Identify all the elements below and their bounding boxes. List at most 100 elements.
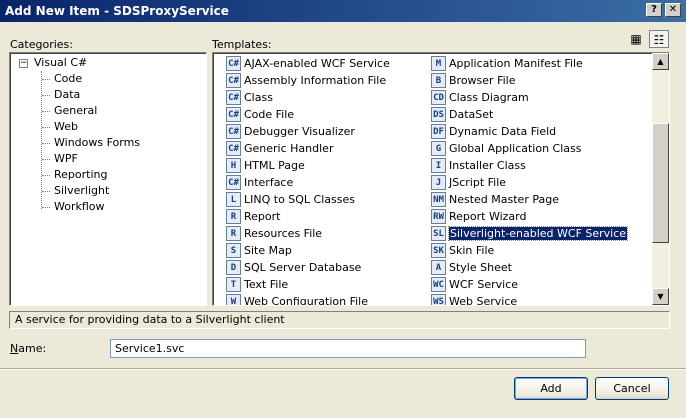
tree-connector bbox=[41, 71, 42, 209]
small-icons-view-icon[interactable]: ☷ bbox=[649, 30, 669, 48]
tree-item[interactable]: Code bbox=[54, 71, 82, 87]
collapse-icon[interactable]: − bbox=[19, 59, 28, 68]
template-item[interactable]: DS DataSet bbox=[431, 106, 493, 123]
templates-scrollbar[interactable]: ▲ ▼ bbox=[652, 53, 669, 305]
template-label: Application Manifest File bbox=[449, 57, 583, 70]
template-label: Interface bbox=[244, 176, 294, 189]
template-icon: H bbox=[226, 158, 241, 173]
tree-item[interactable]: Silverlight bbox=[54, 183, 109, 199]
tree-item[interactable]: Web bbox=[54, 119, 78, 135]
template-icon: R bbox=[226, 226, 241, 241]
template-item[interactable]: T Text File bbox=[226, 276, 288, 293]
template-item[interactable]: L LINQ to SQL Classes bbox=[226, 191, 355, 208]
template-item[interactable]: C# Generic Handler bbox=[226, 140, 333, 157]
template-item[interactable]: NM Nested Master Page bbox=[431, 191, 559, 208]
tree-connector bbox=[42, 79, 50, 80]
template-label: Code File bbox=[244, 108, 295, 121]
add-button[interactable]: Add bbox=[514, 377, 588, 400]
template-item[interactable]: R Report bbox=[226, 208, 280, 225]
template-item[interactable]: W Web Configuration File bbox=[226, 293, 368, 306]
templates-list[interactable]: C# AJAX-enabled WCF Service C# Assembly Inf… bbox=[212, 52, 670, 306]
template-label: Site Map bbox=[244, 244, 292, 257]
name-label: Name: bbox=[10, 342, 47, 355]
template-icon: C# bbox=[226, 56, 241, 71]
template-item[interactable]: C# AJAX-enabled WCF Service bbox=[226, 55, 390, 72]
template-item[interactable]: C# Class bbox=[226, 89, 273, 106]
template-icon: M bbox=[431, 56, 446, 71]
template-label: LINQ to SQL Classes bbox=[244, 193, 355, 206]
template-item[interactable]: R Resources File bbox=[226, 225, 322, 242]
template-item[interactable]: G Global Application Class bbox=[431, 140, 581, 157]
template-item[interactable]: H HTML Page bbox=[226, 157, 305, 174]
template-label: Global Application Class bbox=[449, 142, 582, 155]
template-item[interactable]: RW Report Wizard bbox=[431, 208, 526, 225]
template-item[interactable]: CD Class Diagram bbox=[431, 89, 529, 106]
template-icon: C# bbox=[226, 175, 241, 190]
title-bar: Add New Item - SDSProxyService ? ✕ bbox=[0, 0, 686, 22]
tree-connector bbox=[42, 191, 50, 192]
template-label: Report Wizard bbox=[449, 210, 527, 223]
template-icon: C# bbox=[226, 107, 241, 122]
template-label: Skin File bbox=[449, 244, 495, 257]
template-icon: WC bbox=[431, 277, 446, 292]
template-item[interactable]: C# Code File bbox=[226, 106, 294, 123]
tree-connector bbox=[42, 95, 50, 96]
template-label: Text File bbox=[244, 278, 289, 291]
template-description: A service for providing data to a Silver… bbox=[9, 311, 670, 329]
template-item[interactable]: A Style Sheet bbox=[431, 259, 512, 276]
template-icon: G bbox=[431, 141, 446, 156]
template-label: Nested Master Page bbox=[449, 193, 559, 206]
tree-item[interactable]: WPF bbox=[54, 151, 78, 167]
scroll-down-icon[interactable]: ▼ bbox=[652, 288, 669, 305]
template-label: Web Configuration File bbox=[244, 295, 368, 306]
separator bbox=[0, 368, 686, 370]
tree-connector bbox=[42, 111, 50, 112]
template-label: AJAX-enabled WCF Service bbox=[244, 57, 390, 70]
template-item[interactable]: WC WCF Service bbox=[431, 276, 518, 293]
template-label: Web Service bbox=[449, 295, 518, 306]
template-item[interactable]: D SQL Server Database bbox=[226, 259, 361, 276]
tree-item[interactable]: Windows Forms bbox=[54, 135, 140, 151]
template-label: DataSet bbox=[449, 108, 494, 121]
scroll-up-icon[interactable]: ▲ bbox=[652, 53, 669, 70]
template-icon: A bbox=[431, 260, 446, 275]
template-item[interactable]: J JScript File bbox=[431, 174, 506, 191]
template-item[interactable]: I Installer Class bbox=[431, 157, 526, 174]
template-item[interactable]: C# Debugger Visualizer bbox=[226, 123, 355, 140]
template-icon: DF bbox=[431, 124, 446, 139]
template-item[interactable]: M Application Manifest File bbox=[431, 55, 583, 72]
scroll-thumb[interactable] bbox=[652, 123, 669, 243]
help-button[interactable]: ? bbox=[646, 3, 662, 17]
template-item[interactable]: C# Assembly Information File bbox=[226, 72, 386, 89]
cancel-button[interactable]: Cancel bbox=[595, 377, 669, 400]
template-icon: I bbox=[431, 158, 446, 173]
window-title: Add New Item - SDSProxyService bbox=[5, 4, 229, 18]
tree-item[interactable]: General bbox=[54, 103, 97, 119]
template-label: Style Sheet bbox=[449, 261, 512, 274]
template-icon: C# bbox=[226, 141, 241, 156]
categories-tree[interactable]: − Visual C# Code Data General Web Windows Fo… bbox=[9, 52, 207, 306]
template-label: Report bbox=[244, 210, 281, 223]
tree-item[interactable]: Data bbox=[54, 87, 80, 103]
close-button[interactable]: ✕ bbox=[665, 3, 681, 17]
tree-connector bbox=[42, 175, 50, 176]
template-label: Resources File bbox=[244, 227, 323, 240]
template-icon: W bbox=[226, 294, 241, 305]
template-item[interactable]: WS Web Service bbox=[431, 293, 518, 306]
template-icon: WS bbox=[431, 294, 446, 305]
template-icon: D bbox=[226, 260, 241, 275]
tree-item[interactable]: Reporting bbox=[54, 167, 107, 183]
template-item[interactable]: SK Skin File bbox=[431, 242, 494, 259]
template-item[interactable]: SL Silverlight-enabled WCF Service bbox=[431, 225, 629, 242]
template-item[interactable]: DF Dynamic Data Field bbox=[431, 123, 556, 140]
categories-label: Categories: bbox=[10, 38, 73, 51]
tree-item[interactable]: Workflow bbox=[54, 199, 105, 215]
template-item[interactable]: S Site Map bbox=[226, 242, 292, 259]
large-icons-view-icon[interactable]: ▦ bbox=[626, 30, 646, 48]
template-item[interactable]: C# Interface bbox=[226, 174, 293, 191]
template-item[interactable]: B Browser File bbox=[431, 72, 515, 89]
name-input[interactable]: Service1.svc bbox=[110, 339, 586, 358]
tree-item-visual-csharp[interactable]: Visual C# bbox=[34, 55, 87, 71]
template-label: Class Diagram bbox=[449, 91, 529, 104]
template-icon: C# bbox=[226, 73, 241, 88]
